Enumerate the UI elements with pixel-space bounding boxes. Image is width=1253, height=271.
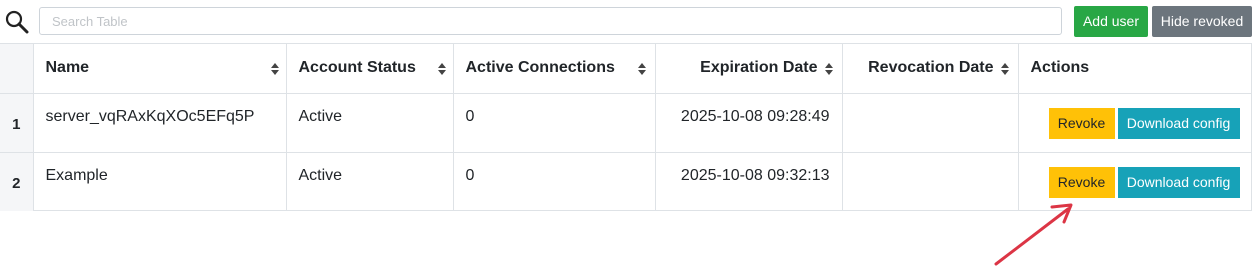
cell-revocation-date bbox=[842, 93, 1019, 153]
sort-icon[interactable] bbox=[824, 62, 834, 76]
column-header-label: Expiration Date bbox=[700, 59, 818, 77]
search-input[interactable] bbox=[39, 7, 1062, 35]
annotation-arrow-icon bbox=[994, 203, 1073, 266]
cell-actions: Revoke Download config bbox=[1018, 93, 1252, 153]
cell-account-status: Active bbox=[286, 152, 454, 211]
column-header-actions: Actions bbox=[1018, 44, 1252, 94]
sort-icon[interactable] bbox=[270, 62, 280, 76]
cell-name: Example bbox=[33, 152, 287, 211]
cell-account-status: Active bbox=[286, 93, 454, 153]
column-header-label: Active Connections bbox=[465, 59, 615, 77]
column-header-account-status[interactable]: Account Status bbox=[286, 44, 454, 94]
row-index: 1 bbox=[0, 93, 34, 153]
column-header-label: Actions bbox=[1030, 59, 1090, 77]
column-header-name[interactable]: Name bbox=[33, 44, 287, 94]
column-header-label: Revocation Date bbox=[868, 59, 994, 77]
cell-active-connections: 0 bbox=[453, 152, 656, 211]
download-config-button[interactable]: Download config bbox=[1117, 107, 1240, 139]
column-header-revocation-date[interactable]: Revocation Date bbox=[842, 44, 1019, 94]
cell-name: server_vqRAxKqXOc5EFq5P bbox=[33, 93, 287, 153]
search-icon bbox=[5, 10, 29, 34]
sort-icon[interactable] bbox=[437, 62, 447, 76]
sort-icon[interactable] bbox=[637, 62, 647, 76]
revoke-button[interactable]: Revoke bbox=[1048, 166, 1115, 198]
cell-expiration-date: 2025-10-08 09:28:49 bbox=[655, 93, 843, 153]
hide-revoked-button[interactable]: Hide revoked bbox=[1152, 6, 1252, 37]
download-config-button[interactable]: Download config bbox=[1117, 166, 1240, 198]
add-user-button[interactable]: Add user bbox=[1074, 6, 1148, 37]
table-row: 1 server_vqRAxKqXOc5EFq5P Active 0 2025-… bbox=[0, 93, 1252, 153]
column-header-expiration-date[interactable]: Expiration Date bbox=[655, 44, 843, 94]
column-header-label: Account Status bbox=[298, 59, 416, 77]
column-header-active-connections[interactable]: Active Connections bbox=[453, 44, 656, 94]
sort-icon[interactable] bbox=[1000, 62, 1010, 76]
table-header-row: Name Account Status Active Connections E… bbox=[0, 44, 1252, 94]
users-table: Name Account Status Active Connections E… bbox=[0, 43, 1252, 211]
index-header bbox=[0, 44, 34, 94]
revoke-button[interactable]: Revoke bbox=[1048, 107, 1115, 139]
cell-active-connections: 0 bbox=[453, 93, 656, 153]
cell-expiration-date: 2025-10-08 09:32:13 bbox=[655, 152, 843, 211]
column-header-label: Name bbox=[45, 59, 90, 77]
row-index: 2 bbox=[0, 152, 34, 211]
toolbar: Add user Hide revoked bbox=[0, 0, 1253, 42]
